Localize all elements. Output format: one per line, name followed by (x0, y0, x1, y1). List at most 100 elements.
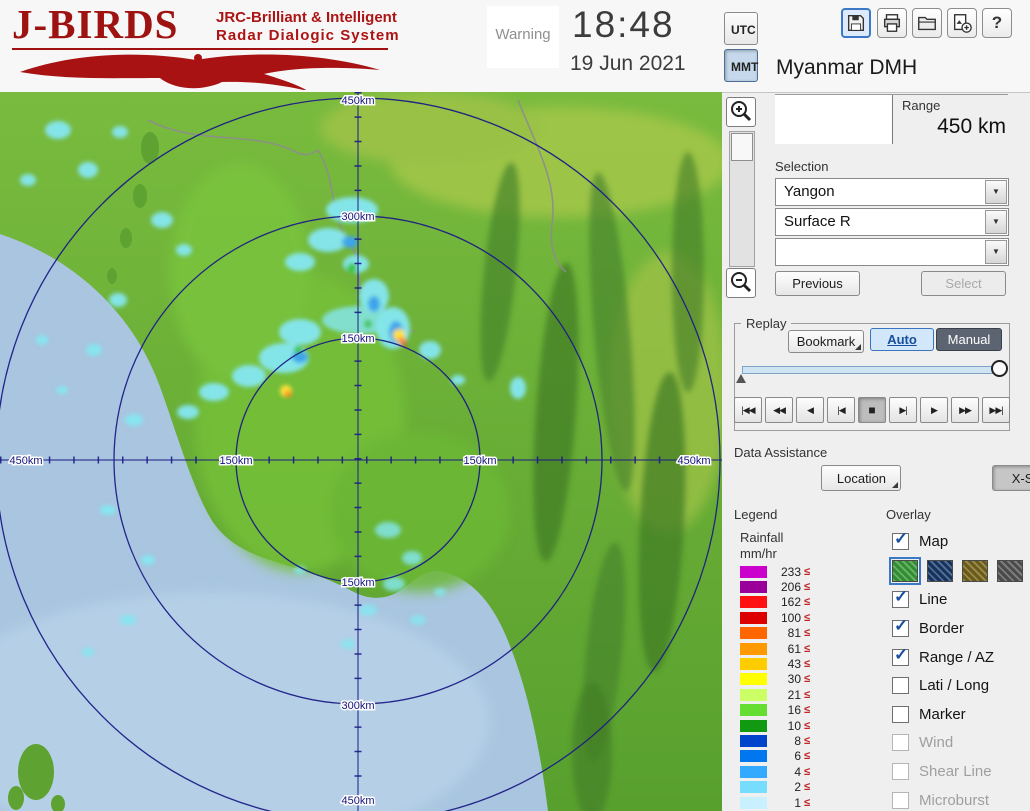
legend-row: 43 ≤ (740, 656, 810, 671)
play-button[interactable]: ▶ (920, 397, 948, 423)
check-icon: ✓ (894, 644, 909, 664)
legend-value: 233 (780, 564, 801, 579)
overlay-item-map[interactable]: ✓ Map (892, 527, 1028, 556)
stop-button[interactable]: ■ (858, 397, 886, 423)
overlay-item-label: Range / AZ (919, 648, 995, 666)
overlay-item-label: Marker (919, 705, 966, 723)
legend-value: 21 (787, 687, 801, 702)
chevron-down-icon[interactable]: ▼ (985, 210, 1007, 234)
legend-leq-sign: ≤ (804, 581, 811, 594)
overlay-item-label: Map (919, 532, 949, 550)
overlay-item-border[interactable]: ✓ Border (892, 614, 1028, 643)
header-bar: J-BIRDS JRC-Brilliant & Intelligent Rada… (0, 0, 1030, 93)
mmt-button[interactable]: MMT (724, 49, 758, 82)
replay-slider[interactable] (742, 366, 1000, 374)
open-folder-icon (918, 16, 936, 31)
map-style-green-swatch[interactable] (889, 556, 921, 585)
option-select[interactable]: ▼ (775, 238, 1009, 266)
legend-value: 10 (787, 718, 801, 733)
legend-color-swatch (740, 688, 767, 701)
slider-start-marker[interactable] (736, 374, 746, 383)
map-style-gray-swatch[interactable] (997, 559, 1023, 582)
legend-leq-sign: ≤ (804, 781, 811, 794)
slider-handle[interactable] (991, 360, 1008, 377)
manual-button[interactable]: Manual (936, 328, 1002, 351)
skip-to-start-button[interactable]: |◀◀ (734, 397, 762, 423)
checkbox[interactable]: ✓ (892, 587, 909, 609)
fast-rewind-button[interactable]: ◀◀ (765, 397, 793, 423)
legend-color-swatch (740, 781, 767, 794)
map-scrollbar[interactable] (729, 131, 755, 267)
overlay-items: ✓ Map ✓ Line ✓ Border ✓ Range / AZ Lati / Long Ma… (889, 527, 1028, 811)
overlay-item-wind: Wind (892, 729, 1028, 758)
legend-value: 162 (780, 595, 801, 610)
open-file-button[interactable] (912, 8, 942, 38)
previous-button[interactable]: Previous (775, 271, 860, 296)
overlay-item-lati-long[interactable]: Lati / Long (892, 671, 1028, 700)
legend-leq-sign: ≤ (804, 750, 811, 763)
play-reverse-button[interactable]: ◀ (796, 397, 824, 423)
auto-button[interactable]: Auto (870, 328, 934, 351)
range-label: Range (902, 98, 941, 113)
legend-value: 43 (787, 657, 801, 672)
export-image-button[interactable] (947, 8, 977, 38)
overlay-item-label: Lati / Long (919, 677, 990, 695)
step-forward-button[interactable]: ▶| (889, 397, 917, 423)
legend-leq-sign: ≤ (804, 704, 811, 717)
legend-color-swatch (740, 719, 767, 732)
utc-button[interactable]: UTC (724, 12, 758, 45)
jbirds-app: { "header": { "logo": {"title": "J-BIRDS… (0, 0, 1030, 811)
legend-color-swatch (740, 673, 767, 686)
help-button[interactable]: ? (982, 8, 1012, 38)
replay-label: Replay (741, 316, 792, 331)
select-button[interactable]: Select (921, 271, 1006, 296)
legend-value: 100 (780, 610, 801, 625)
scrollbar-thumb[interactable] (731, 133, 753, 161)
legend-row: 8 ≤ (740, 733, 810, 748)
legend-row: 206 ≤ (740, 579, 810, 594)
checkbox[interactable] (892, 705, 909, 723)
step-back-button[interactable]: |◀ (827, 397, 855, 423)
chevron-down-icon[interactable]: ▼ (985, 240, 1007, 264)
print-icon (883, 14, 901, 32)
map-style-olive-swatch[interactable] (962, 559, 988, 582)
ring-label: 450km (9, 455, 42, 467)
legend-value: 6 (794, 749, 801, 764)
product-select[interactable]: Surface R ▼ (775, 208, 1009, 236)
print-button[interactable] (877, 8, 907, 38)
checkbox (892, 762, 909, 780)
site-select-value: Yangon (784, 183, 835, 200)
checkbox[interactable]: ✓ (892, 645, 909, 666)
site-select[interactable]: Yangon ▼ (775, 178, 1009, 206)
overlay-item-label: Wind (919, 734, 954, 752)
overlay-item-range-az[interactable]: ✓ Range / AZ (892, 643, 1028, 672)
checkbox[interactable]: ✓ (892, 529, 909, 550)
clock-time: 18:48 (572, 4, 675, 45)
location-button[interactable]: Location (821, 465, 902, 491)
legend-leq-sign: ≤ (804, 734, 811, 747)
legend-color-swatch (740, 565, 767, 578)
skip-to-end-button[interactable]: ▶▶| (982, 397, 1010, 423)
legend-color-swatch (740, 611, 767, 624)
map-style-navy-swatch[interactable] (927, 559, 953, 582)
save-button[interactable] (841, 8, 871, 38)
legend-row: 162 ≤ (740, 595, 810, 610)
legend-value: 206 (780, 580, 801, 595)
eagle-logo-icon (20, 54, 380, 90)
overlay-item-marker[interactable]: Marker (892, 700, 1028, 729)
checkbox[interactable] (892, 677, 909, 695)
bookmark-button[interactable]: Bookmark (788, 329, 864, 353)
x-section-button[interactable]: X-Section (991, 465, 1030, 491)
legend-color-swatch (740, 796, 767, 809)
logo-tagline-1: JRC-Brilliant & Intelligent (216, 9, 397, 26)
zoom-in-button[interactable] (726, 97, 756, 127)
radar-map[interactable]: 450km 300km 150km 150km 300km 450km 450k… (0, 92, 730, 811)
fast-forward-button[interactable]: ▶▶ (951, 397, 979, 423)
check-icon: ✓ (894, 528, 909, 548)
overlay-item-line[interactable]: ✓ Line (892, 586, 1028, 615)
chevron-down-icon[interactable]: ▼ (985, 180, 1007, 204)
legend-row: 30 ≤ (740, 672, 810, 687)
zoom-out-button[interactable] (726, 268, 756, 298)
data-assistance-label: Data Assistance (734, 445, 828, 460)
checkbox[interactable]: ✓ (892, 616, 909, 637)
